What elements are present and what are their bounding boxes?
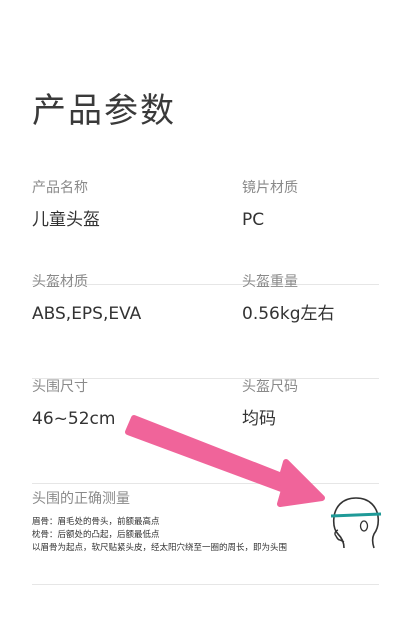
head-measure-icon <box>330 497 382 549</box>
measure-note: 以眉骨为起点，软尺贴紧头皮，经太阳穴绕至一圈的周长，即为头围 <box>32 543 288 553</box>
param-label: 头围尺寸 <box>32 379 88 395</box>
page-title: 产品参数 <box>32 91 176 131</box>
param-value: 儿童头盔 <box>32 210 100 230</box>
param-label: 产品名称 <box>32 180 88 196</box>
param-value: PC <box>242 210 265 230</box>
measure-note: 眉骨：眉毛处的骨头，前额最高点 <box>32 517 160 527</box>
measure-notes: 眉骨：眉毛处的骨头，前额最高点 枕骨：后额处的凸起，后额最低点 以眉骨为起点，软… <box>32 516 287 555</box>
measure-note: 枕骨：后额处的凸起，后额最低点 <box>32 530 160 540</box>
param-label: 头盔材质 <box>32 274 88 290</box>
param-row: 产品名称 儿童头盔 镜片材质 PC <box>32 178 379 285</box>
measure-title: 头围的正确测量 <box>32 491 130 507</box>
param-label: 头盔重量 <box>242 274 298 290</box>
param-label: 头盔尺码 <box>242 379 298 395</box>
param-row: 头盔材质 ABS,EPS,EVA 头盔重量 0.56kg左右 <box>32 272 379 379</box>
param-value: ABS,EPS,EVA <box>32 304 142 324</box>
param-value: 46~52cm <box>32 409 116 429</box>
param-row: 头围尺寸 46~52cm 头盔尺码 均码 <box>32 377 379 484</box>
head-measure-section: 头围的正确测量 眉骨：眉毛处的骨头，前额最高点 枕骨：后额处的凸起，后额最低点 … <box>32 476 382 585</box>
param-value: 0.56kg左右 <box>242 304 335 324</box>
param-value: 均码 <box>242 409 276 429</box>
param-label: 镜片材质 <box>242 180 298 196</box>
